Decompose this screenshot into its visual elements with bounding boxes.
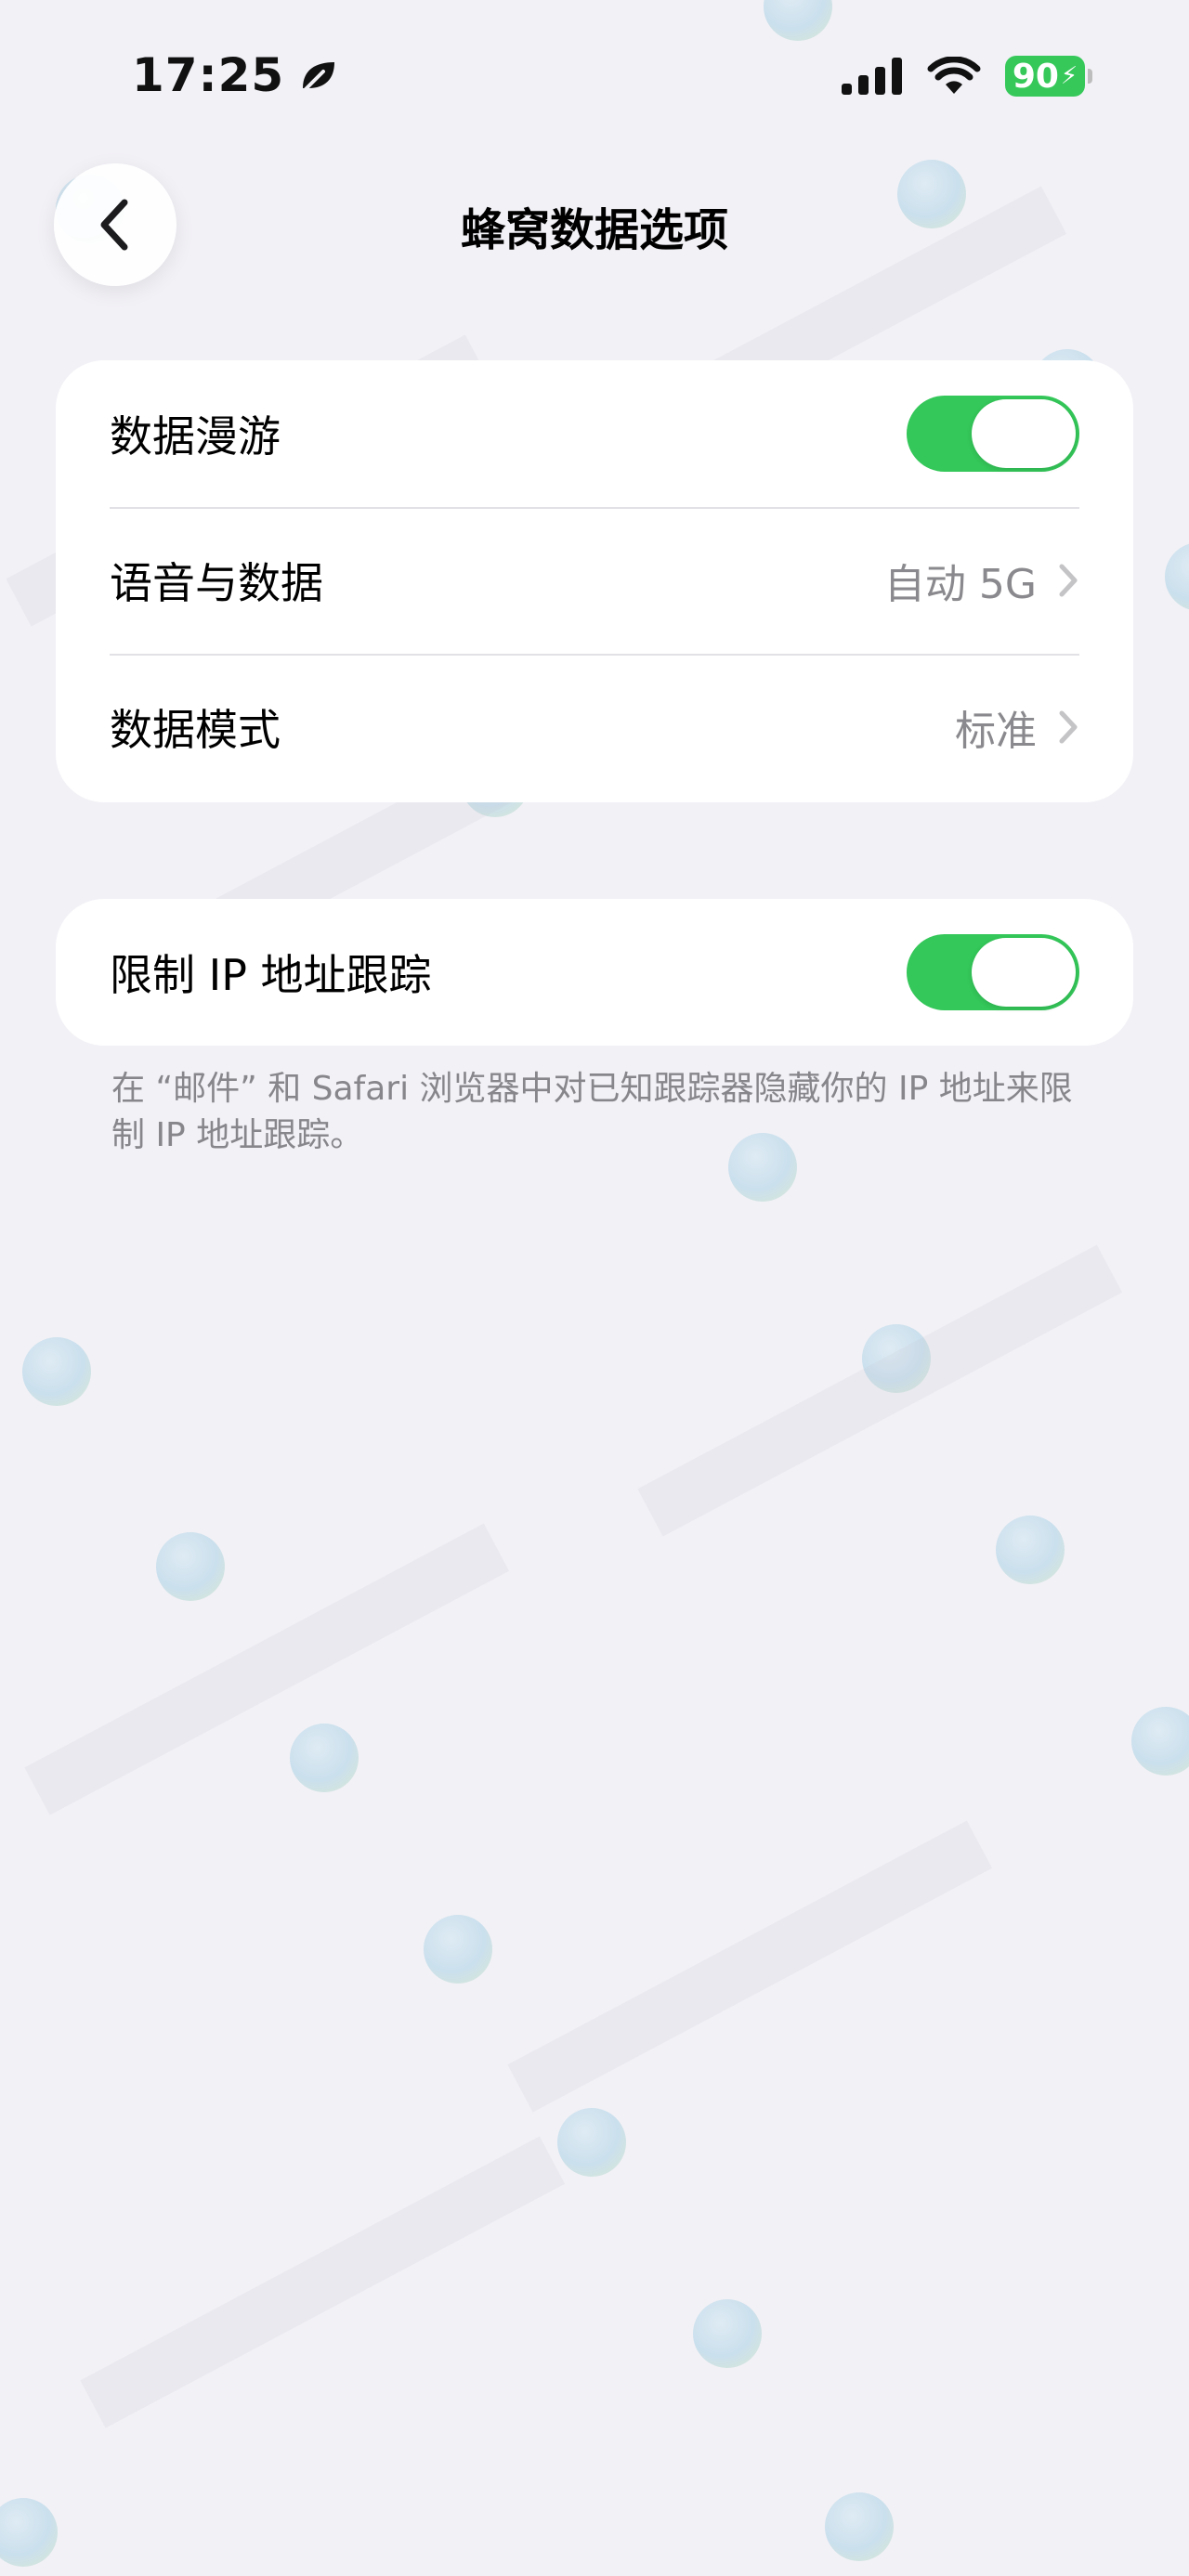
wifi-icon [927, 57, 981, 94]
watermark-globe-icon [996, 1516, 1065, 1584]
limit-ip-tracking-row: 限制 IP 地址跟踪 [56, 899, 1133, 1046]
battery-level: 90 [1012, 57, 1059, 96]
toggle-knob [972, 399, 1076, 468]
data-mode-label: 数据模式 [110, 705, 281, 755]
limit-ip-tracking-toggle[interactable] [907, 934, 1079, 1010]
limit-ip-tracking-label: 限制 IP 地址跟踪 [110, 950, 432, 1000]
ip-tracking-footnote: 在 “邮件” 和 Safari 浏览器中对已知跟踪器隐藏你的 IP 地址来限制 … [111, 1070, 1073, 1154]
data-roaming-toggle[interactable] [907, 396, 1079, 472]
watermark-band [80, 2136, 566, 2428]
watermark-globe-icon [1165, 542, 1189, 611]
data-roaming-label: 数据漫游 [110, 411, 281, 462]
watermark-band [24, 1523, 510, 1815]
charging-bolt-icon: ⚡ [1060, 62, 1078, 90]
watermark-globe-icon [290, 1724, 359, 1792]
watermark-globe-icon [557, 2108, 626, 2177]
data-mode-row[interactable]: 数据模式 标准 [56, 654, 1133, 800]
voice-data-label: 语音与数据 [110, 558, 323, 608]
signal-icon [842, 58, 902, 95]
watermark-globe-icon [22, 1337, 91, 1406]
ip-tracking-group: 限制 IP 地址跟踪 [56, 899, 1133, 1046]
status-time: 17:25 [132, 48, 340, 102]
leaf-icon [303, 62, 335, 92]
data-roaming-row: 数据漫游 [56, 360, 1133, 507]
data-mode-value: 标准 [955, 708, 1037, 755]
battery-charging-icon: 90 ⚡ [1005, 56, 1092, 97]
toggle-knob [972, 938, 1076, 1007]
watermark-globe-icon [1131, 1707, 1189, 1776]
watermark-globe-icon [424, 1915, 492, 1984]
status-bar: 17:25 90 ⚡ [0, 0, 1189, 158]
voice-data-row[interactable]: 语音与数据 自动 5G [56, 507, 1133, 654]
status-icons: 90 ⚡ [842, 56, 1092, 97]
chevron-right-icon [1059, 710, 1078, 744]
chevron-right-icon [1059, 564, 1078, 597]
watermark-band [637, 1244, 1123, 1537]
time-text: 17:25 [132, 48, 285, 102]
watermark-globe-icon [0, 2498, 58, 2567]
watermark-globe-icon [156, 1532, 225, 1601]
page-title: 蜂窝数据选项 [460, 204, 728, 256]
watermark-band [507, 1820, 993, 2113]
voice-data-value: 自动 5G [883, 561, 1037, 608]
watermark-globe-icon [825, 2492, 894, 2561]
watermark-globe-icon [693, 2299, 762, 2368]
cellular-options-group: 数据漫游 语音与数据 自动 5G 数据模式 标准 [56, 360, 1133, 802]
